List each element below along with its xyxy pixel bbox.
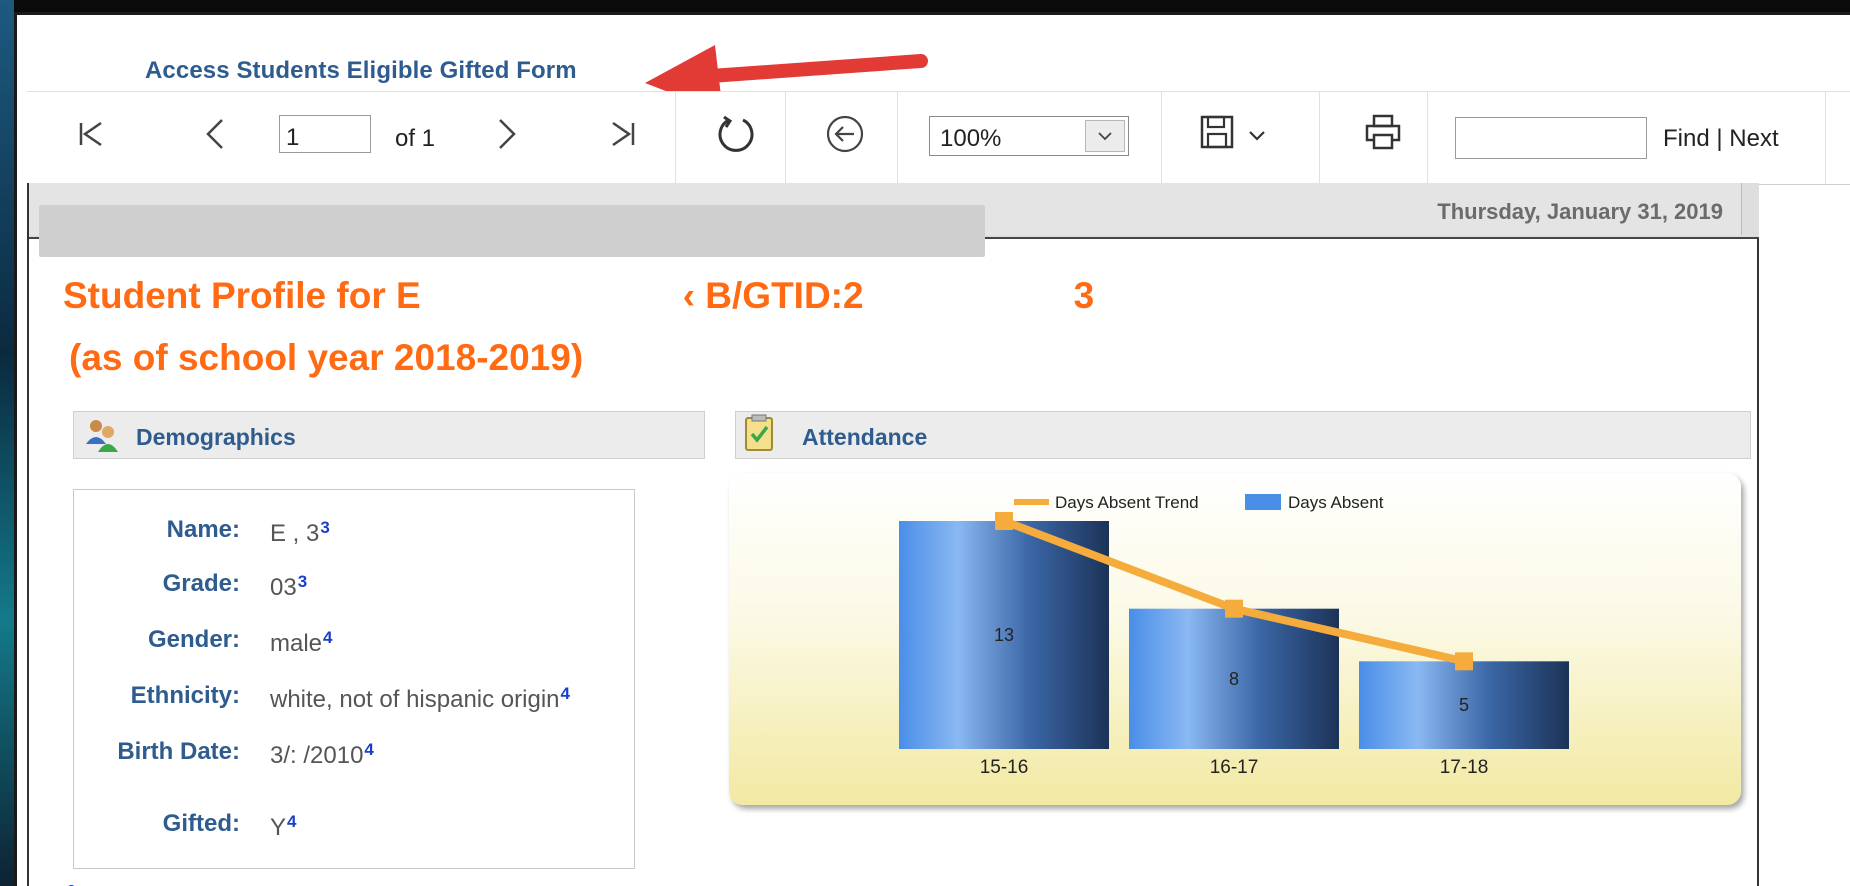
find-next-link[interactable]: Find | Next xyxy=(1663,125,1779,153)
zoom-select[interactable]: 100% xyxy=(929,116,1129,156)
demographic-value: male4 xyxy=(270,628,333,658)
clipboard-check-icon xyxy=(745,414,773,451)
desktop-edge xyxy=(0,0,14,886)
demographic-label: Ethnicity: xyxy=(130,682,240,709)
trend-point xyxy=(995,512,1013,530)
trend-point xyxy=(1455,652,1473,671)
toolbar-separator xyxy=(675,92,676,184)
demographic-value-text: E , 3 xyxy=(270,520,320,547)
demographic-label: Gifted: xyxy=(162,810,240,837)
toolbar-separator xyxy=(897,92,898,184)
print-icon[interactable] xyxy=(1361,110,1405,154)
x-tick-label: 17-18 xyxy=(1440,757,1489,778)
trend-point xyxy=(1225,599,1243,618)
demographics-title: Demographics xyxy=(136,424,296,450)
bar-value-label: 13 xyxy=(994,625,1014,645)
toolbar-separator xyxy=(1161,92,1162,184)
first-page-icon[interactable] xyxy=(71,112,111,156)
demographic-label: Name: xyxy=(166,516,240,543)
demographics-box: Name: E , 33 Grade: 033 Gender: male4 Ethnicit… xyxy=(73,489,635,869)
x-tick-label: 15-16 xyxy=(980,757,1029,778)
x-tick-label: 16-17 xyxy=(1210,757,1259,778)
demographic-value-text: Y xyxy=(270,814,287,841)
footnote-ref: 3 xyxy=(320,518,330,537)
demographic-value: white, not of hispanic origin4 xyxy=(270,684,570,714)
redaction-bar xyxy=(39,205,985,257)
demographic-label: Birth Date: xyxy=(117,738,240,765)
zoom-value: 100% xyxy=(940,125,1002,152)
demographic-value: Y4 xyxy=(270,812,296,842)
last-page-icon[interactable] xyxy=(603,112,643,156)
footnote-ref: 3 xyxy=(297,572,308,591)
demographic-value-text: 3/: /2010 xyxy=(270,742,364,769)
report-date: Thursday, January 31, 2019 xyxy=(1437,199,1723,224)
attendance-header: Attendance xyxy=(735,411,1751,459)
demographics-header: Demographics xyxy=(73,411,705,459)
footnote-ref: 4 xyxy=(287,812,297,831)
profile-title-part: Student Profile for E xyxy=(63,275,421,316)
access-gifted-form-link[interactable]: Access Students Eligible Gifted Form xyxy=(145,57,577,85)
next-page-icon[interactable] xyxy=(487,112,527,156)
bar-value-label: 8 xyxy=(1229,669,1239,689)
school-year-subtitle: (as of school year 2018-2019) xyxy=(69,337,584,378)
demographic-value-text: white, not of hispanic origin xyxy=(270,686,560,713)
bar-value-label: 5 xyxy=(1459,695,1469,715)
demographic-label: Grade: xyxy=(162,570,240,597)
find-input[interactable] xyxy=(1455,117,1647,159)
demographic-value: 3/: /20104 xyxy=(270,740,374,770)
attendance-title: Attendance xyxy=(802,424,928,450)
back-to-parent-icon[interactable] xyxy=(823,112,867,156)
toolbar-separator xyxy=(1825,92,1826,184)
demographic-label: Gender: xyxy=(147,626,240,653)
legend-trend-label: Days Absent Trend xyxy=(1055,493,1199,512)
demographic-value: 033 xyxy=(270,572,307,602)
footnote-ref: 4 xyxy=(323,628,333,647)
profile-title-part: 3 xyxy=(1073,275,1095,316)
profile-title-part: ‹ B/GTID:2 xyxy=(682,275,864,316)
refresh-icon[interactable] xyxy=(713,110,759,156)
page-number-input[interactable]: 1 xyxy=(279,115,371,153)
attendance-chart: 13 15-16 8 16-17 5 17-18 Days Absent Trend Days… xyxy=(899,493,1569,778)
people-icon xyxy=(86,420,118,452)
demographic-value-text: 03 xyxy=(270,574,297,601)
attendance-chart-panel: 13 15-16 8 16-17 5 17-18 Days Absent Trend Days… xyxy=(729,473,1741,805)
legend-bar-swatch xyxy=(1245,494,1281,510)
report-viewer-window: Access Students Eligible Gifted Form 1 o… xyxy=(14,12,1850,886)
student-profile-title: Student Profile for E ‹ B/GTID:2 3 xyxy=(63,275,1094,317)
legend-bar-label: Days Absent xyxy=(1288,493,1384,512)
toolbar-separator xyxy=(1319,92,1320,184)
report-toolbar: 1 of 1 100% Find | Next xyxy=(27,91,1850,185)
footnote-ref: 4 xyxy=(560,684,570,703)
save-export-icon[interactable] xyxy=(1197,110,1279,154)
footnote-ref: 4 xyxy=(364,740,374,759)
previous-page-icon[interactable] xyxy=(195,112,235,156)
demographic-value: E , 33 xyxy=(270,518,330,548)
toolbar-separator xyxy=(785,92,786,184)
demographic-value-text: male xyxy=(270,630,323,657)
chevron-down-icon[interactable] xyxy=(1085,120,1125,152)
toolbar-separator xyxy=(1427,92,1428,184)
page-count-label: of 1 xyxy=(395,125,436,152)
